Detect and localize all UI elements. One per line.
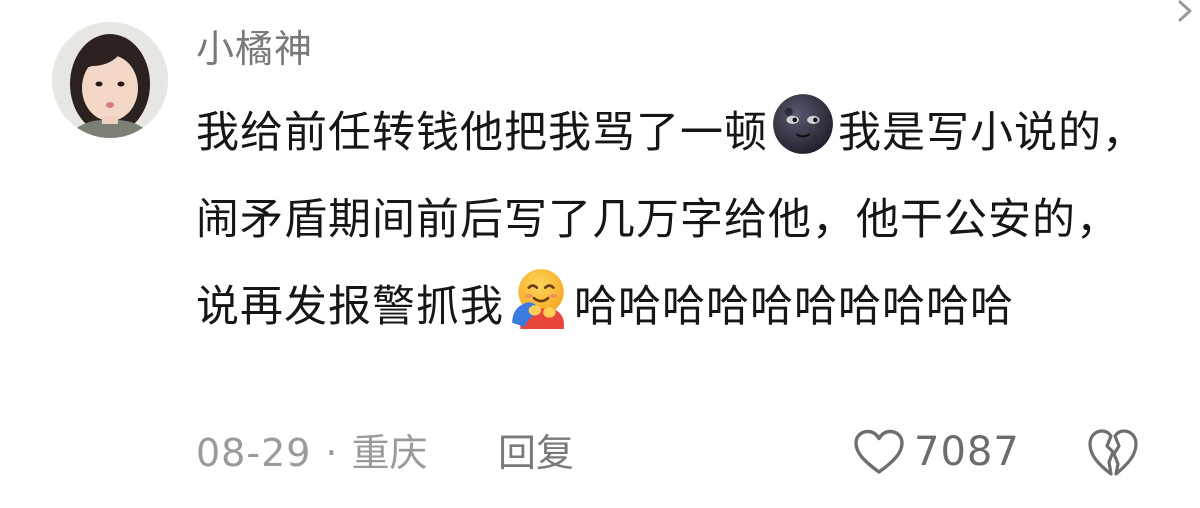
hugging-face-emoji <box>512 269 565 329</box>
comment-text-part1: 我给前任转钱他把我骂了一顿 <box>196 108 768 158</box>
broken-heart-outline-icon <box>1088 429 1138 476</box>
avatar[interactable] <box>52 22 168 138</box>
comment-card: 小橘神 我给前任转钱他把我骂了一顿 我是写小说的，闹矛盾期间前后写了几万字给他，… <box>0 0 1200 508</box>
like-count: 7087 <box>914 429 1020 475</box>
comment-text-part3: 哈哈哈哈哈哈哈哈哈哈 <box>574 282 1014 332</box>
heart-outline-icon <box>854 429 904 474</box>
comment-text: 我给前任转钱他把我骂了一顿 我是写小说的，闹矛盾期间前后写了几万字给他，他干公安… <box>196 90 1156 351</box>
new-moon-face-emoji <box>773 94 833 154</box>
comment-location: 重庆 <box>351 431 428 475</box>
corner-more-icon[interactable] <box>1176 0 1200 22</box>
avatar-image <box>52 22 168 138</box>
dislike-button[interactable] <box>1086 424 1140 486</box>
like-button[interactable]: 7087 <box>852 422 1020 482</box>
meta-separator: · <box>325 431 338 475</box>
username[interactable]: 小橘神 <box>196 26 313 72</box>
comment-date: 08-29 <box>196 431 312 475</box>
reply-button[interactable]: 回复 <box>498 426 574 480</box>
comment-meta: 08-29 · 重庆 <box>196 426 428 480</box>
